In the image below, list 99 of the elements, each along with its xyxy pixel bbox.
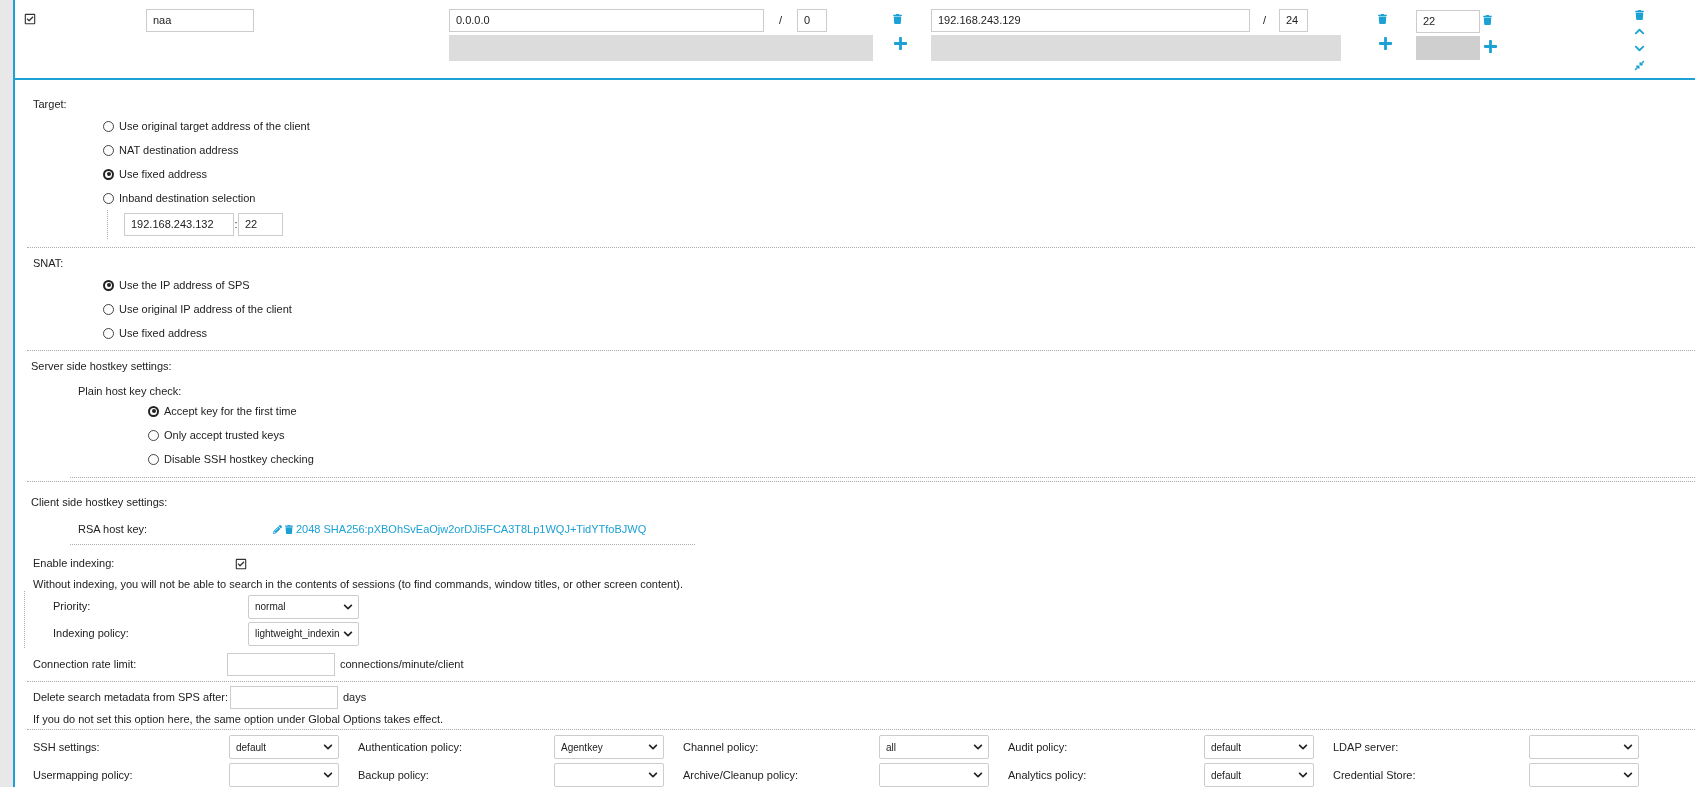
host-field[interactable]: 192.168.243.132 — [124, 213, 234, 237]
field-label: Analytics policy: — [1008, 767, 1088, 783]
select-field[interactable]: Agentkey — [554, 735, 664, 759]
section-label: Target: — [33, 97, 68, 113]
select-field[interactable] — [229, 763, 339, 787]
radio-button[interactable] — [103, 327, 114, 339]
radio-label: Use fixed address — [119, 325, 208, 341]
radio-button[interactable] — [148, 453, 159, 465]
section-label: Client side hostkey settings: — [31, 495, 169, 510]
chevron-down-icon — [1623, 770, 1633, 780]
plus-icon[interactable] — [1378, 36, 1393, 51]
chevron-down-icon — [323, 770, 333, 780]
select-field[interactable]: normal — [248, 594, 359, 619]
chevron-down-icon — [323, 742, 333, 752]
blank-field[interactable] — [1416, 36, 1480, 60]
radio-button[interactable] — [103, 168, 114, 180]
radio-label: Accept key for the first time — [164, 403, 297, 419]
radio-label: Inband destination selection — [119, 190, 256, 206]
move-up-icon[interactable] — [1634, 26, 1645, 37]
radio-label: NAT destination address — [119, 142, 239, 158]
select-field[interactable]: default — [1204, 735, 1314, 759]
radio-button[interactable] — [148, 429, 159, 441]
radio-label: Use original IP address of the client — [119, 301, 292, 317]
field-label: Delete search metadata from SPS after: — [33, 691, 230, 703]
blank-field[interactable] — [449, 35, 873, 61]
chevron-down-icon — [973, 770, 983, 780]
chevron-down-icon — [648, 742, 658, 752]
trash-icon[interactable] — [285, 524, 293, 534]
select-field[interactable]: default — [229, 735, 339, 759]
rate-limit-field[interactable] — [227, 652, 335, 676]
checkbox[interactable] — [24, 13, 36, 25]
radio-label: Disable SSH hostkey checking — [164, 451, 314, 467]
radio-button[interactable] — [103, 303, 114, 315]
plus-icon[interactable] — [1483, 39, 1498, 54]
trash-icon[interactable] — [1378, 14, 1387, 24]
trash-icon[interactable] — [1635, 10, 1644, 20]
field-label: Credential Store: — [1333, 767, 1417, 783]
help-text: Without indexing, you will not be able to search in the contents of sessions (to find commands, window titles, or other screen content). — [33, 576, 684, 591]
slash-separator: / — [1261, 13, 1268, 29]
radio-label: Only accept trusted keys — [164, 427, 285, 443]
select-field[interactable]: all — [879, 735, 989, 759]
radio-button[interactable] — [103, 144, 114, 156]
field-label: Plain host key check: — [77, 384, 183, 400]
slash-separator: / — [777, 13, 784, 29]
field-label: Backup policy: — [358, 767, 430, 783]
radio-label: Use original target address of the client — [119, 118, 310, 134]
prefix-field[interactable]: 24 — [1279, 9, 1308, 32]
field-label: Authentication policy: — [358, 739, 463, 755]
field-label: Archive/Cleanup policy: — [683, 767, 799, 783]
edit-icon[interactable] — [273, 524, 282, 534]
chevron-down-icon — [343, 601, 353, 612]
field-label: RSA host key: — [78, 522, 149, 537]
radio-button[interactable] — [103, 120, 114, 132]
field-label: SSH settings: — [33, 739, 101, 755]
select-field[interactable] — [1529, 763, 1639, 787]
select-field[interactable]: lightweight_indexin — [248, 621, 359, 646]
name-field[interactable]: naa — [146, 9, 254, 32]
section-label: Server side hostkey settings: — [31, 359, 173, 375]
chevron-down-icon — [1623, 742, 1633, 752]
select-field[interactable] — [1529, 735, 1639, 759]
chevron-down-icon — [1298, 770, 1308, 780]
chevron-down-icon — [973, 742, 983, 752]
select-field[interactable] — [879, 763, 989, 787]
field-label: Enable indexing: — [33, 556, 116, 572]
unit-label: days — [343, 689, 367, 705]
port-field[interactable]: 22 — [238, 213, 283, 237]
radio-button[interactable] — [103, 192, 114, 204]
field-label: Channel policy: — [683, 739, 760, 755]
unit-label: connections/minute/client — [340, 656, 464, 672]
checkbox[interactable] — [235, 557, 247, 570]
field-label: Indexing policy: — [53, 626, 130, 642]
colon-separator: : — [234, 217, 238, 233]
section-label: SNAT: — [33, 256, 65, 272]
move-down-icon[interactable] — [1634, 43, 1645, 54]
chevron-down-icon — [1298, 742, 1308, 752]
field-label: Audit policy: — [1008, 739, 1069, 755]
chevron-down-icon — [648, 770, 658, 780]
field-label: Usermapping policy: — [33, 767, 134, 783]
radio-label: Use the IP address of SPS — [119, 277, 250, 293]
collapse-icon[interactable] — [1634, 60, 1645, 71]
plus-icon[interactable] — [893, 36, 908, 51]
help-text: If you do not set this option here, the same option under Global Options takes effect. — [33, 711, 445, 727]
select-field[interactable] — [554, 763, 664, 787]
field-label: LDAP server: — [1333, 739, 1400, 755]
radio-label: Use fixed address — [119, 166, 208, 182]
trash-icon[interactable] — [893, 14, 902, 24]
days-field[interactable] — [230, 685, 338, 709]
radio-button[interactable] — [103, 279, 114, 291]
port-field[interactable]: 22 — [1416, 10, 1480, 33]
prefix-field[interactable]: 0 — [797, 9, 827, 32]
radio-button[interactable] — [148, 405, 159, 417]
blank-field[interactable] — [931, 35, 1341, 61]
field-label: Connection rate limit: — [33, 656, 138, 672]
address-field[interactable]: 0.0.0.0 — [449, 9, 764, 32]
field-label: Priority: — [53, 599, 92, 615]
trash-icon[interactable] — [1483, 15, 1492, 25]
select-field[interactable]: default — [1204, 763, 1314, 787]
chevron-down-icon — [343, 628, 353, 639]
address-field[interactable]: 192.168.243.129 — [931, 9, 1250, 32]
